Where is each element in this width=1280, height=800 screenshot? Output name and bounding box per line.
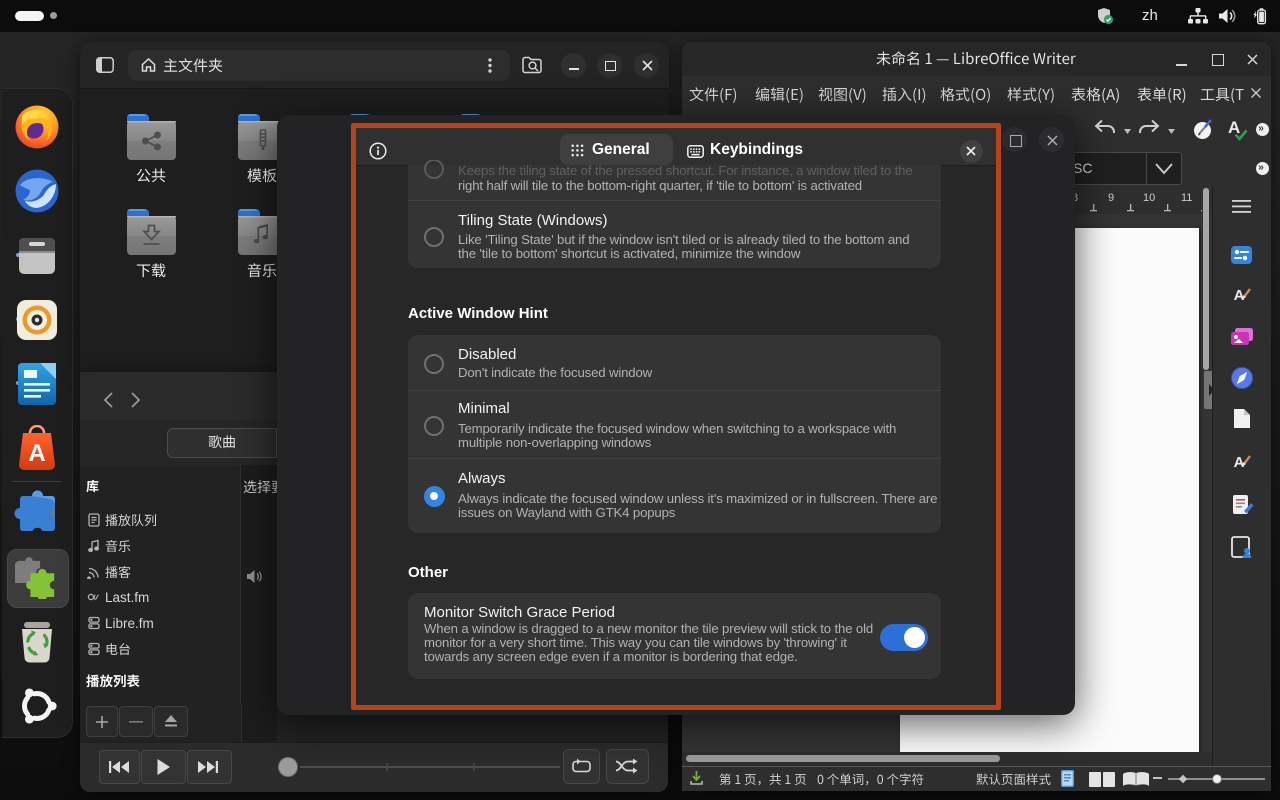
svg-text:A: A bbox=[1234, 287, 1245, 304]
svg-text:A: A bbox=[28, 440, 45, 467]
svg-text:A: A bbox=[1234, 454, 1245, 471]
